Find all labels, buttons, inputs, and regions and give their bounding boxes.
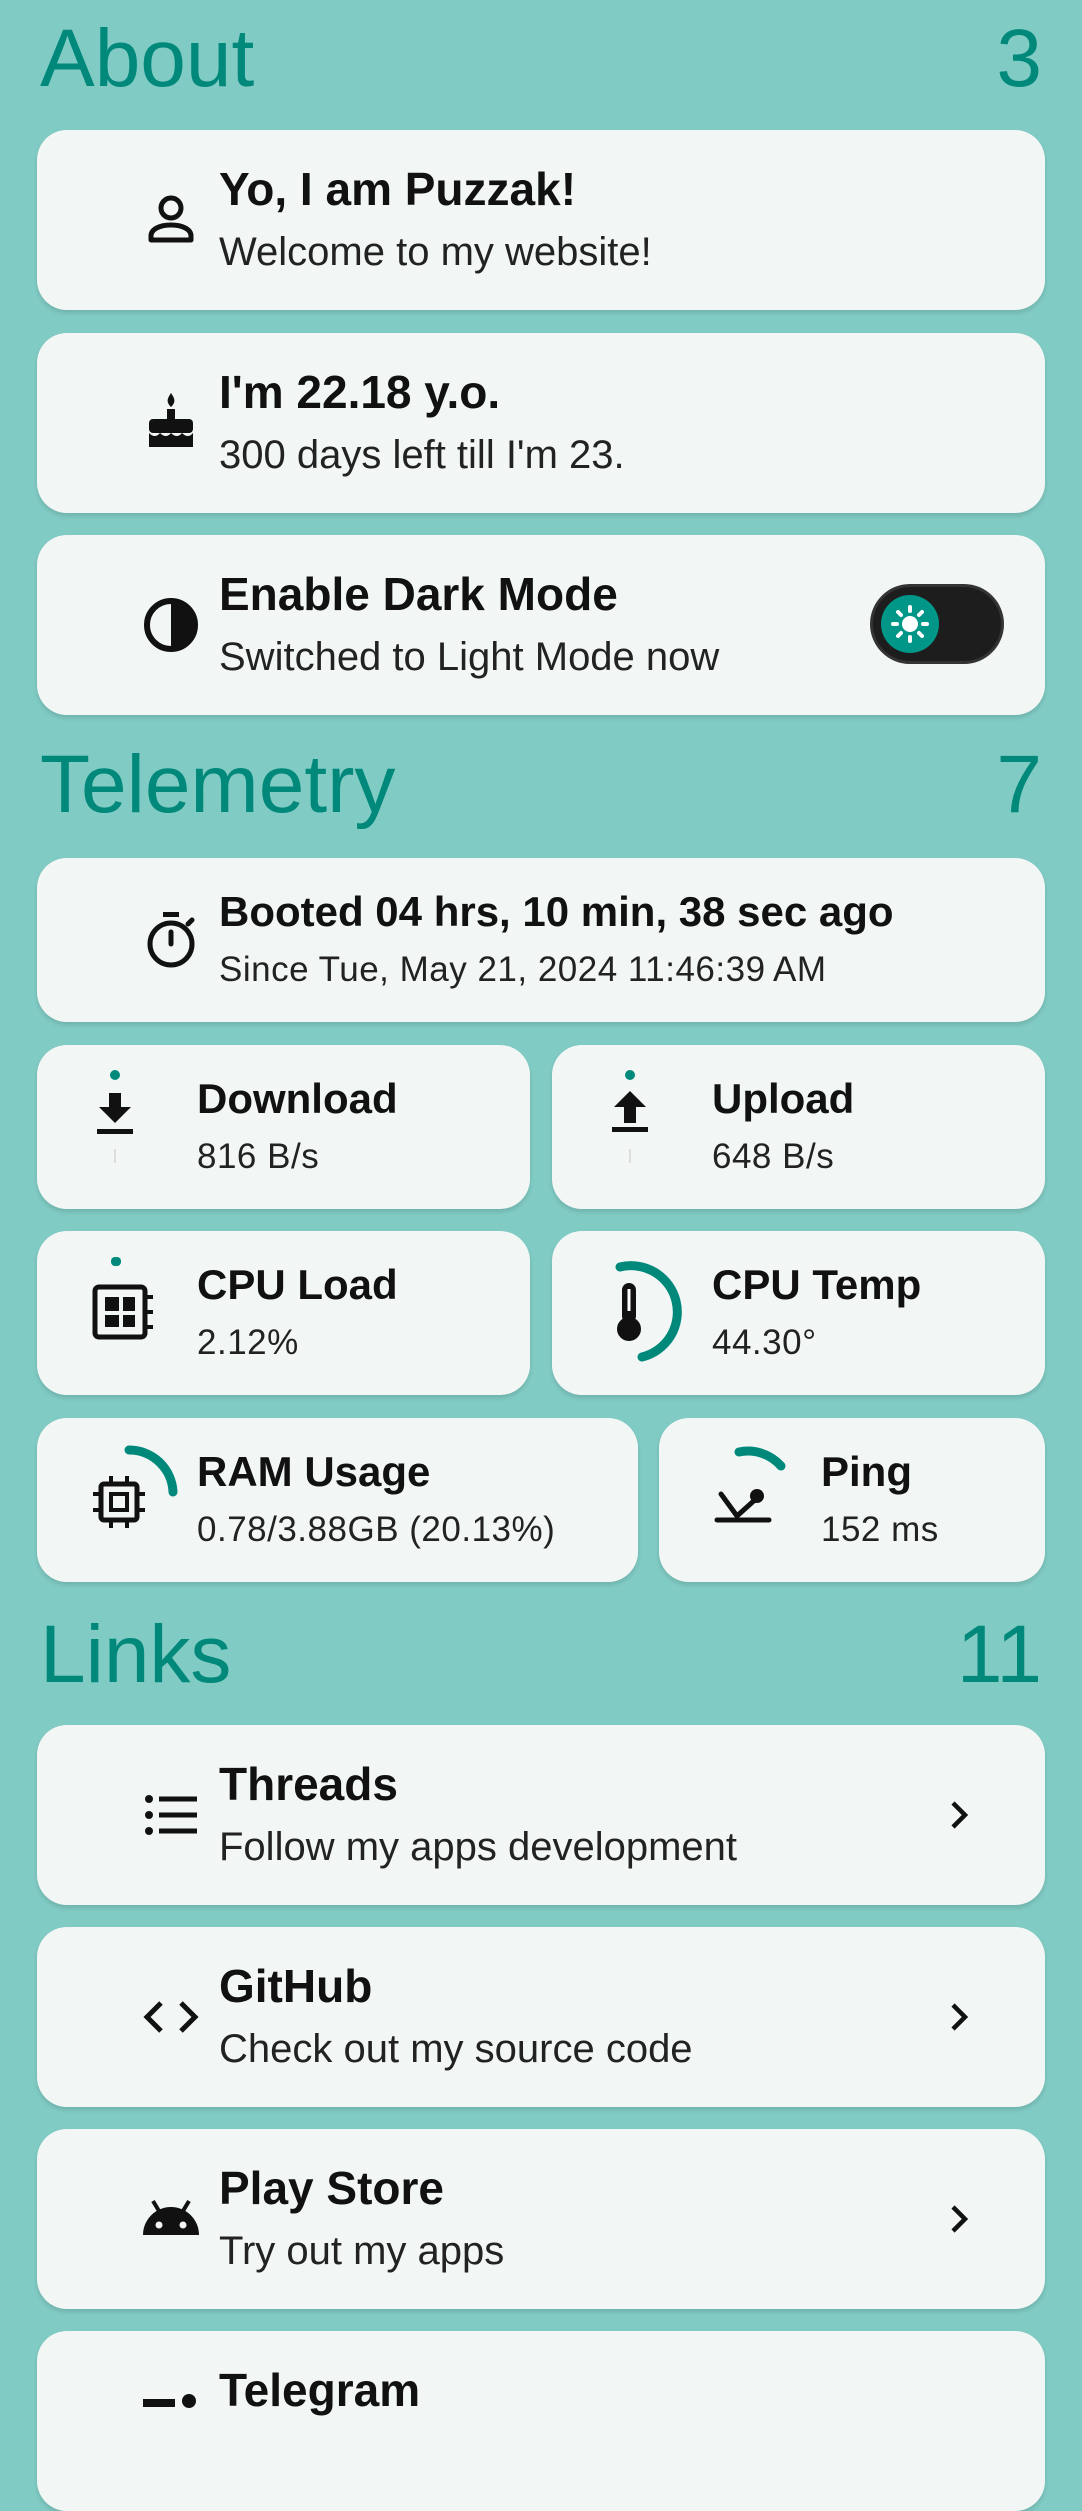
android-icon xyxy=(143,2199,199,2235)
upload-title: Upload xyxy=(712,1075,855,1122)
about-name-title: Yo, I am Puzzak! xyxy=(219,163,577,215)
upload-card: Upload 648 B/s xyxy=(552,1045,1045,1209)
ping-icon xyxy=(714,1489,772,1523)
ram-title: RAM Usage xyxy=(197,1448,431,1495)
link-github-subtitle: Check out my source code xyxy=(219,2027,693,2071)
ping-value: 152 ms xyxy=(821,1510,939,1549)
about-card-name: Yo, I am Puzzak! Welcome to my website! xyxy=(37,130,1045,310)
about-age-title: I'm 22.18 y.o. xyxy=(219,366,501,418)
cpu-load-title: CPU Load xyxy=(197,1261,398,1308)
about-card-age: I'm 22.18 y.o. 300 days left till I'm 23… xyxy=(37,333,1045,513)
links-section-title: Links xyxy=(40,1609,232,1700)
link-play-store-subtitle: Try out my apps xyxy=(219,2229,505,2273)
download-icon xyxy=(97,1070,133,1163)
ram-card: RAM Usage 0.78/3.88GB (20.13%) xyxy=(37,1418,638,1582)
ping-title: Ping xyxy=(821,1448,912,1495)
upload-value: 648 B/s xyxy=(712,1137,835,1176)
download-value: 816 B/s xyxy=(197,1137,320,1176)
cpu-temp-title: CPU Temp xyxy=(712,1261,922,1308)
links-section-count: 11 xyxy=(956,1609,1042,1700)
boot-card: Booted 04 hrs, 10 min, 38 sec ago Since … xyxy=(37,858,1045,1022)
cpu-icon xyxy=(92,1257,153,1340)
about-age-subtitle: 300 days left till I'm 23. xyxy=(219,433,625,477)
about-name-subtitle: Welcome to my website! xyxy=(219,230,652,274)
link-threads-subtitle: Follow my apps development xyxy=(219,1825,738,1869)
link-github[interactable]: GitHub Check out my source code xyxy=(37,1927,1045,2107)
dark-mode-toggle[interactable] xyxy=(873,587,1001,661)
about-section-count: 3 xyxy=(996,13,1042,104)
timer-icon xyxy=(147,912,195,968)
link-play-store[interactable]: Play Store Try out my apps xyxy=(37,2129,1045,2309)
chevron-right-icon xyxy=(951,1801,969,1829)
memory-chip-icon xyxy=(93,1476,145,1528)
person-icon xyxy=(148,195,194,243)
cpu-load-value: 2.12% xyxy=(197,1323,299,1362)
boot-title: Booted 04 hrs, 10 min, 38 sec ago xyxy=(219,888,894,935)
about-section-title: About xyxy=(40,13,255,104)
ram-value: 0.78/3.88GB (20.13%) xyxy=(197,1510,556,1549)
ping-card: Ping 152 ms xyxy=(659,1418,1045,1582)
download-card: Download 816 B/s xyxy=(37,1045,530,1209)
about-section-header: About 3 xyxy=(40,18,1042,100)
boot-subtitle: Since Tue, May 21, 2024 11:46:39 AM xyxy=(219,950,827,989)
code-icon xyxy=(143,2001,199,2033)
link-telegram[interactable]: Telegram xyxy=(37,2331,1045,2511)
dark-mode-title: Enable Dark Mode xyxy=(219,568,618,620)
telemetry-section-title: Telemetry xyxy=(40,739,396,830)
cake-icon xyxy=(149,393,193,447)
chevron-right-icon xyxy=(951,2205,969,2233)
link-threads-title: Threads xyxy=(219,1758,398,1810)
link-telegram-title: Telegram xyxy=(219,2364,421,2416)
chevron-right-icon xyxy=(951,2003,969,2031)
about-card-dark-mode[interactable]: Enable Dark Mode Switched to Light Mode … xyxy=(37,535,1045,715)
link-github-title: GitHub xyxy=(219,1960,373,2012)
telegram-icon xyxy=(143,2394,196,2408)
download-title: Download xyxy=(197,1075,398,1122)
list-icon xyxy=(145,1795,197,1835)
link-threads[interactable]: Threads Follow my apps development xyxy=(37,1725,1045,1905)
upload-icon xyxy=(612,1070,648,1163)
contrast-icon xyxy=(144,598,198,652)
toggle-thumb xyxy=(881,595,939,653)
cpu-temp-card: CPU Temp 44.30° xyxy=(552,1231,1045,1395)
sun-icon xyxy=(891,605,929,643)
cpu-temp-value: 44.30° xyxy=(712,1323,817,1362)
thermometer-icon xyxy=(617,1283,641,1341)
dark-mode-subtitle: Switched to Light Mode now xyxy=(219,635,720,679)
links-section-header: Links 11 xyxy=(40,1614,1042,1696)
link-play-store-title: Play Store xyxy=(219,2162,444,2214)
telemetry-section-header: Telemetry 7 xyxy=(40,744,1042,826)
telemetry-section-count: 7 xyxy=(996,739,1042,830)
cpu-load-card: CPU Load 2.12% xyxy=(37,1231,530,1395)
